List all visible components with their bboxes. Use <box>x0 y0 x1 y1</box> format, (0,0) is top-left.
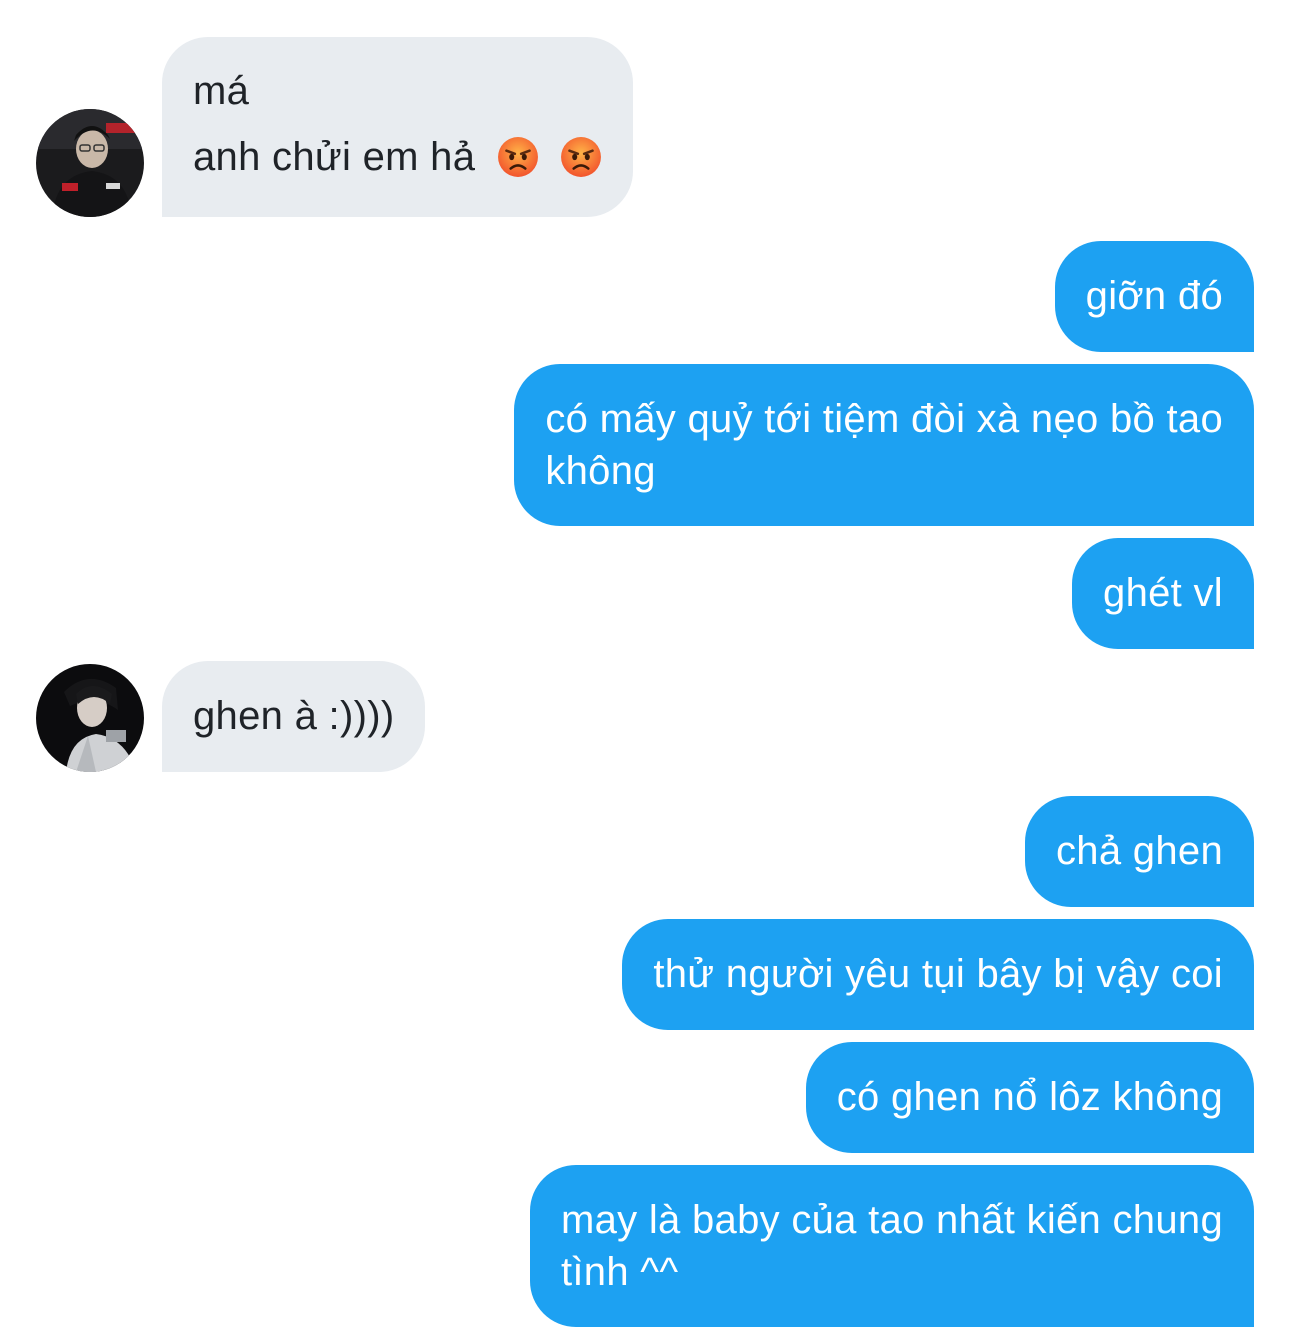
message-thread: má anh chửi em hả giỡn đó có mấy quỷ tới… <box>0 0 1290 1337</box>
message-bubble-outgoing[interactable]: thử người yêu tụi bây bị vậy coi <box>622 919 1254 1030</box>
message-text: tình ^^ <box>560 1250 679 1294</box>
message-text: giỡn đó <box>1085 274 1223 318</box>
message-bubble-incoming[interactable]: má anh chửi em hả <box>162 37 634 217</box>
message-text: anh chửi em hả <box>193 135 476 179</box>
message-bubble-outgoing[interactable]: may là baby của tao nhất kiến chung tình… <box>529 1165 1254 1327</box>
message-text: ghen à :)))) <box>193 694 395 738</box>
sender-avatar[interactable] <box>36 109 144 217</box>
message-bubble-incoming[interactable]: ghen à :)))) <box>162 661 426 772</box>
message-bubble-outgoing[interactable]: có mấy quỷ tới tiệm đòi xà nẹo bồ tao kh… <box>514 364 1254 526</box>
message-text: có ghen nổ lôz không <box>836 1075 1223 1119</box>
message-bubble-outgoing[interactable]: có ghen nổ lôz không <box>805 1042 1254 1153</box>
message-text: thử người yêu tụi bây bị vậy coi <box>653 952 1223 996</box>
angry-face-icon <box>497 137 538 177</box>
message-text: chả ghen <box>1056 829 1223 873</box>
message-bubble-outgoing[interactable]: giỡn đó <box>1054 241 1254 352</box>
angry-face-icon <box>561 137 602 177</box>
message-text: có mấy quỷ tới tiệm đòi xà nẹo bồ tao <box>545 397 1223 441</box>
message-text: không <box>545 449 656 493</box>
message-text: ghét vl <box>1103 571 1223 615</box>
message-bubble-outgoing[interactable]: chả ghen <box>1025 796 1254 907</box>
avatar-photo-icon <box>36 664 144 772</box>
avatar-photo-icon <box>36 109 144 217</box>
message-text: má <box>193 69 250 113</box>
sender-avatar[interactable] <box>36 664 144 772</box>
message-text: may là baby của tao nhất kiến chung <box>560 1198 1223 1242</box>
message-bubble-outgoing[interactable]: ghét vl <box>1072 538 1254 649</box>
